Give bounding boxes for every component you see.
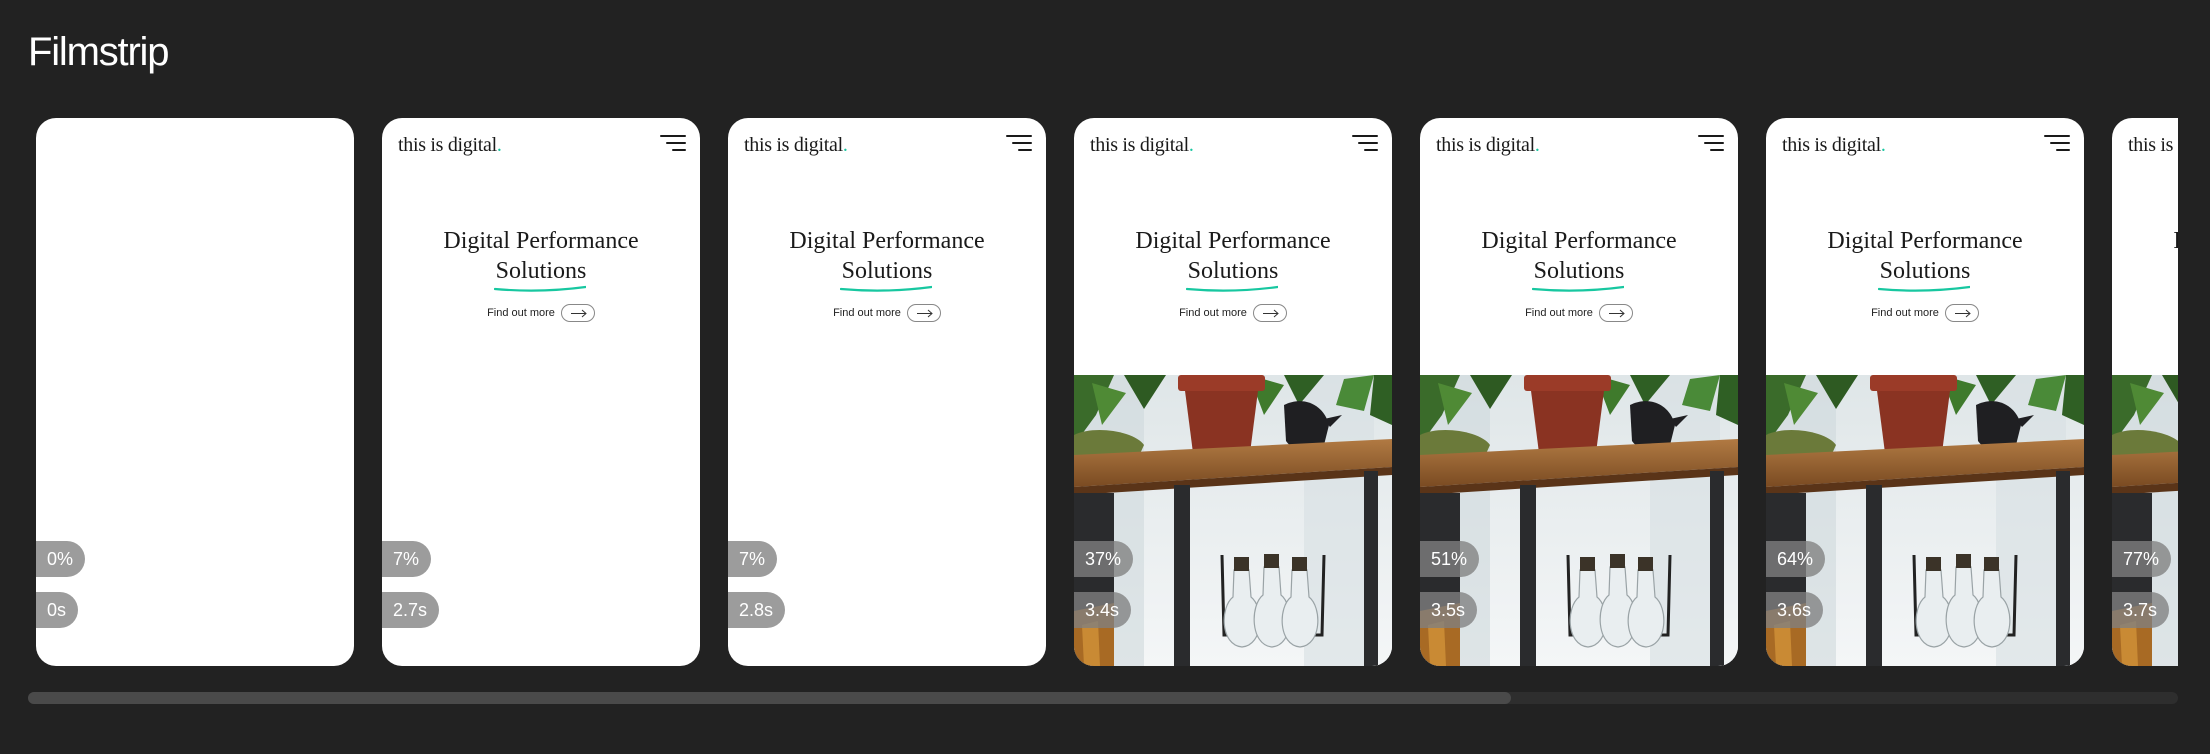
site-header: this is digital.: [1420, 118, 1738, 178]
hero-line-1: Digital Performance: [2112, 226, 2178, 256]
site-header: this is digital.: [728, 118, 1046, 178]
filmstrip-frame[interactable]: this is digital. Digital Performance Sol…: [1420, 118, 1738, 666]
filmstrip-frame[interactable]: this is digital. Digital Performance Sol…: [382, 118, 700, 666]
hamburger-menu-icon: [660, 135, 686, 153]
timestamp-badge: 2.7s: [382, 592, 440, 628]
timestamp-badge: 3.6s: [1766, 592, 1824, 628]
find-out-more-link: Find out more: [1074, 304, 1392, 322]
find-out-more-link: Find out more: [1766, 304, 2084, 322]
hamburger-menu-icon: [2044, 135, 2070, 153]
timestamp-badge: 3.5s: [1420, 592, 1478, 628]
site-logo: this is digital.: [1782, 134, 1886, 156]
hero-heading: Digital Performance Solutions: [2112, 226, 2178, 286]
hero-line-2: Solutions: [1187, 258, 1279, 284]
arrow-right-icon: [906, 304, 941, 322]
site-logo: this is digital.: [2128, 134, 2178, 156]
site-header: this is digital.: [1074, 118, 1392, 178]
timestamp-badge: 0s: [36, 592, 79, 628]
visual-progress-badge: 77%: [2112, 541, 2172, 577]
site-header: this is digital.: [1766, 118, 2084, 178]
hamburger-menu-icon: [1698, 135, 1724, 153]
underline-swash-icon: [493, 285, 587, 292]
arrow-right-icon: [1944, 304, 1979, 322]
hero-line-2: Solutions: [495, 258, 587, 284]
arrow-right-icon: [1252, 304, 1287, 322]
underline-swash-icon: [839, 285, 933, 292]
arrow-right-icon: [1598, 304, 1633, 322]
timestamp-badge: 3.7s: [2112, 592, 2170, 628]
filmstrip-frame[interactable]: this is digital. Digital Performance Sol…: [2112, 118, 2178, 666]
hamburger-menu-icon: [1352, 135, 1378, 153]
underline-swash-icon: [1877, 285, 1971, 292]
scrollbar-thumb[interactable]: [28, 692, 1511, 704]
filmstrip-frame[interactable]: 0% 0s: [36, 118, 354, 666]
hero-heading: Digital Performance Solutions: [1420, 226, 1738, 292]
hero-heading: Digital Performance Solutions: [382, 226, 700, 292]
visual-progress-badge: 64%: [1766, 541, 1826, 577]
find-out-more-link: Find out more: [1420, 304, 1738, 322]
hero-heading: Digital Performance Solutions: [728, 226, 1046, 292]
find-out-more-link: Find out more: [2112, 304, 2178, 322]
find-out-more-link: Find out more: [728, 304, 1046, 322]
hero-line-1: Digital Performance: [1481, 228, 1677, 254]
timestamp-badge: 3.4s: [1074, 592, 1132, 628]
hamburger-menu-icon: [1006, 135, 1032, 153]
site-header: this is digital.: [382, 118, 700, 178]
hero-heading: Digital Performance Solutions: [1766, 226, 2084, 292]
hero-heading: Digital Performance Solutions: [1074, 226, 1392, 292]
site-logo: this is digital.: [744, 134, 848, 156]
filmstrip-frame[interactable]: this is digital. Digital Performance Sol…: [1074, 118, 1392, 666]
visual-progress-badge: 7%: [728, 541, 778, 577]
visual-progress-badge: 51%: [1420, 541, 1480, 577]
site-logo: this is digital.: [398, 134, 502, 156]
hero-line-2: Solutions: [1879, 258, 1971, 284]
underline-swash-icon: [1531, 285, 1625, 292]
site-logo: this is digital.: [1090, 134, 1194, 156]
hero-line-1: Digital Performance: [789, 228, 985, 254]
site-header: this is digital.: [2112, 118, 2178, 178]
horizontal-scrollbar[interactable]: [28, 692, 2178, 704]
page-title: Filmstrip: [28, 30, 169, 74]
hero-line-1: Digital Performance: [1135, 228, 1331, 254]
hero-line-1: Digital Performance: [1827, 228, 2023, 254]
timestamp-badge: 2.8s: [728, 592, 786, 628]
filmstrip-viewport[interactable]: 0% 0s this is digital. Digital Performan…: [28, 118, 2178, 668]
filmstrip-frame[interactable]: this is digital. Digital Performance Sol…: [728, 118, 1046, 666]
hero-line-2: Solutions: [841, 258, 933, 284]
filmstrip-frame[interactable]: this is digital. Digital Performance Sol…: [1766, 118, 2084, 666]
hero-line-2: Solutions: [1533, 258, 1625, 284]
site-logo: this is digital.: [1436, 134, 1540, 156]
find-out-more-link: Find out more: [382, 304, 700, 322]
arrow-right-icon: [560, 304, 595, 322]
visual-progress-badge: 0%: [36, 541, 86, 577]
underline-swash-icon: [1185, 285, 1279, 292]
visual-progress-badge: 37%: [1074, 541, 1134, 577]
hero-line-1: Digital Performance: [443, 228, 639, 254]
visual-progress-badge: 7%: [382, 541, 432, 577]
